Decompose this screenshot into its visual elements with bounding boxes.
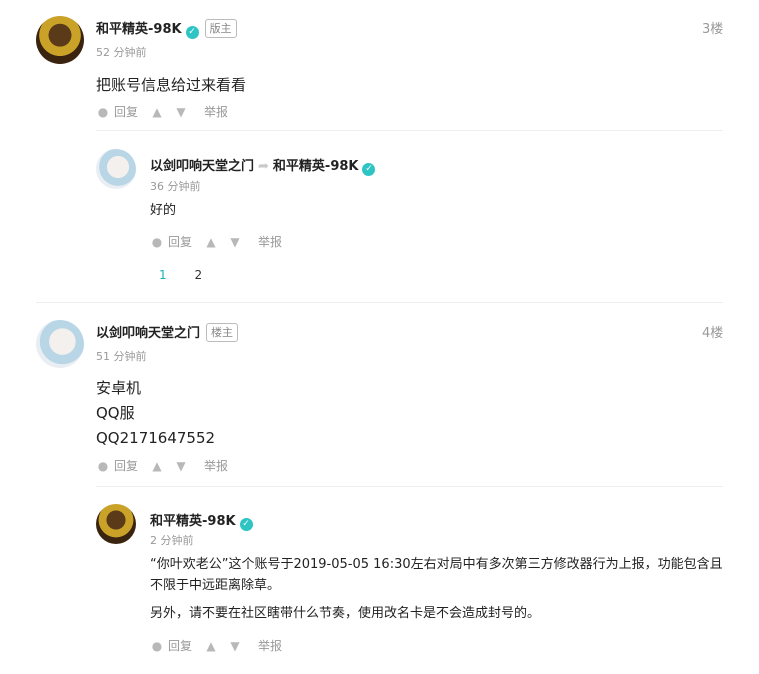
reply-actions: ● 回复 ▲ ▼ 举报 <box>150 637 282 654</box>
thumbs-down-icon[interactable]: ▼ <box>228 235 242 249</box>
comment-actions: ● 回复 ▲ ▼ 举报 <box>96 457 228 474</box>
avatar[interactable] <box>96 504 136 544</box>
comment-time: 51 分钟前 <box>96 350 147 363</box>
thumbs-up-icon[interactable]: ▲ <box>204 235 218 249</box>
thumbs-down-icon[interactable]: ▼ <box>174 459 188 473</box>
reply-paragraph: “你叶欢老公”这个账号于2019-05-05 16:30左右对局中有多次第三方修… <box>150 557 723 593</box>
op-badge: 楼主 <box>206 323 239 342</box>
floor-number: 3楼 <box>702 22 724 37</box>
reply-author[interactable]: 和平精英-98K ✓ <box>150 510 253 531</box>
report-button[interactable]: 举报 <box>258 233 282 250</box>
reply-author[interactable]: 以剑叩响天堂之门 ➦ 和平精英-98K ✓ <box>150 155 376 176</box>
reply-button[interactable]: 回复 <box>114 457 138 474</box>
report-button[interactable]: 举报 <box>204 457 228 474</box>
reply-actions: ● 回复 ▲ ▼ 举报 <box>150 233 282 250</box>
reply-icon[interactable]: ● <box>150 235 164 249</box>
avatar[interactable] <box>36 320 84 368</box>
reply-arrow-icon: ➦ <box>258 159 269 174</box>
author-name[interactable]: 和平精英-98K ✓ 版主 <box>96 18 237 39</box>
reply-icon[interactable]: ● <box>150 639 164 653</box>
verified-icon: ✓ <box>185 26 199 39</box>
page-1[interactable]: 1 <box>159 268 167 282</box>
floor-number: 4楼 <box>702 326 724 341</box>
divider <box>96 486 723 487</box>
thumbs-down-icon[interactable]: ▼ <box>228 639 242 653</box>
thumbs-up-icon[interactable]: ▲ <box>150 105 164 119</box>
thumbs-down-icon[interactable]: ▼ <box>174 105 188 119</box>
thumbs-up-icon[interactable]: ▲ <box>204 639 218 653</box>
page-2[interactable]: 2 <box>194 268 202 282</box>
thumbs-up-icon[interactable]: ▲ <box>150 459 164 473</box>
avatar[interactable] <box>96 149 136 189</box>
comment-text-line: 安卓机 <box>96 379 142 397</box>
comment-text-line: QQ服 <box>96 404 135 422</box>
reply-text: 好的 <box>150 203 177 218</box>
moderator-badge: 版主 <box>204 19 237 38</box>
avatar[interactable] <box>36 16 84 64</box>
report-button[interactable]: 举报 <box>258 637 282 654</box>
reply-pagination: 1 2 <box>159 268 202 282</box>
verified-icon: ✓ <box>362 163 376 176</box>
verified-icon: ✓ <box>239 518 253 531</box>
reply-icon[interactable]: ● <box>96 105 110 119</box>
divider <box>36 302 723 303</box>
reply-paragraph: 另外，请不要在社区瞎带什么节奏，使用改名卡是不会造成封号的。 <box>150 606 541 621</box>
reply-button[interactable]: 回复 <box>168 637 192 654</box>
report-button[interactable]: 举报 <box>204 103 228 120</box>
comment-actions: ● 回复 ▲ ▼ 举报 <box>96 103 228 120</box>
reply-time: 36 分钟前 <box>150 180 201 193</box>
reply-button[interactable]: 回复 <box>114 103 138 120</box>
author-name[interactable]: 以剑叩响天堂之门 楼主 <box>96 322 239 342</box>
comment-time: 52 分钟前 <box>96 46 147 59</box>
comment-text: 把账号信息给过来看看 <box>96 76 247 94</box>
reply-icon[interactable]: ● <box>96 459 110 473</box>
divider <box>96 130 723 131</box>
reply-button[interactable]: 回复 <box>168 233 192 250</box>
comment-text-line: QQ2171647552 <box>96 429 216 447</box>
reply-time: 2 分钟前 <box>150 534 194 547</box>
